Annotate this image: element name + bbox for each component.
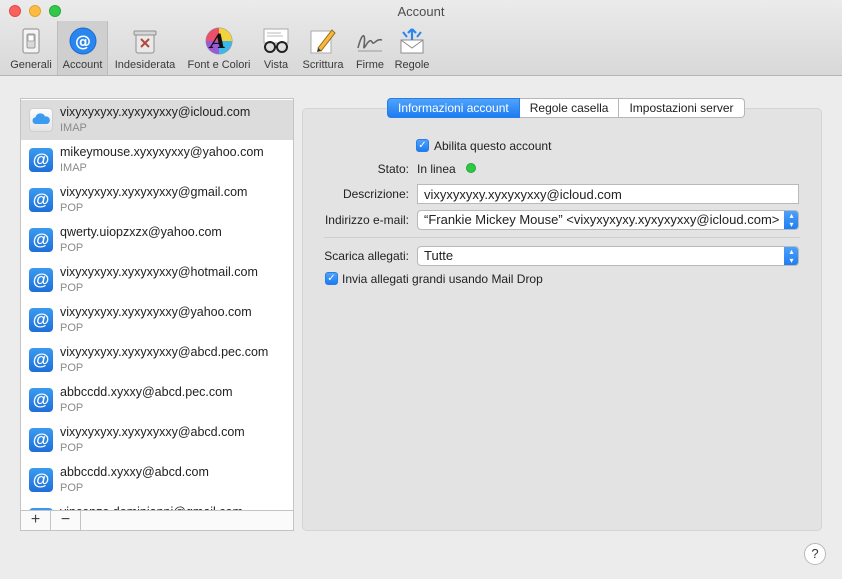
account-email: mikeymouse.xyxyxyxxy@yahoo.com [60,145,264,159]
junk-bin-icon [130,26,160,56]
account-type: POP [60,202,84,214]
enable-account-label: Abilita questo account [434,139,552,153]
account-row[interactable]: @ qwerty.uiopzxzx@yahoo.com POP [21,220,293,260]
svg-text:@: @ [75,32,91,51]
at-sign-icon: @ [29,428,53,452]
account-email: vixyxyxyxy.xyxyxyxxy@abcd.pec.com [60,345,269,359]
at-sign-icon: @ [29,468,53,492]
tab-impostazioni-server[interactable]: Impostazioni server [619,98,745,118]
account-row[interactable]: @ vixyxyxyxy.xyxyxyxxy@abcd.pec.com POP [21,340,293,380]
toolbar-label: Generali [10,59,52,71]
icloud-icon [29,108,53,132]
status-label: Stato: [377,162,409,176]
at-sign-icon: @ [29,148,53,172]
glasses-icon [261,26,291,56]
account-email: vixyxyxyxy.xyxyxyxxy@gmail.com [60,185,248,199]
toolbar-font-colori[interactable]: A Font e Colori [184,21,254,75]
account-list-footer: + − [20,510,294,531]
account-type: POP [60,242,84,254]
at-sign-icon: @ [29,268,53,292]
switch-icon [16,26,46,56]
help-button[interactable]: ? [804,543,826,565]
titlebar: Account Generali @ Account Indesiderata … [0,0,842,76]
account-row[interactable]: @ vixyxyxyxy.xyxyxyxxy@abcd.com POP [21,420,293,460]
account-row[interactable]: @ vixyxyxyxy.xyxyxyxxy@hotmail.com POP [21,260,293,300]
toolbar-regole[interactable]: Regole [391,21,433,75]
toolbar-label: Vista [263,59,289,71]
at-sign-icon: @ [68,26,98,56]
enable-account-checkbox[interactable]: ✓ [416,139,429,152]
section-divider [324,237,800,238]
account-type: IMAP [60,162,87,174]
pencil-icon [308,26,338,56]
account-email: vixyxyxyxy.xyxyxyxxy@icloud.com [60,105,251,119]
account-row[interactable]: @ vixyxyxyxy.xyxyxyxxy@gmail.com POP [21,180,293,220]
at-sign-icon: @ [29,228,53,252]
rules-envelope-icon [397,26,427,56]
account-type: POP [60,442,84,454]
account-row[interactable]: @ mikeymouse.xyxyxyxxy@yahoo.com IMAP [21,140,293,180]
toolbar-label: Account [62,59,103,71]
account-type: IMAP [60,122,87,134]
status-value: In linea [417,162,456,176]
account-row[interactable]: vixyxyxyxy.xyxyxyxxy@icloud.com IMAP [21,100,293,140]
account-type: POP [60,402,84,414]
account-type: POP [60,482,84,494]
account-type: POP [60,362,84,374]
account-type: POP [60,282,84,294]
tab-informazioni-account[interactable]: Informazioni account [387,98,520,118]
description-label: Descrizione: [342,187,409,201]
at-sign-icon: @ [29,348,53,372]
toolbar-scrittura[interactable]: Scrittura [298,21,348,75]
maildrop-label: Invia allegati grandi usando Mail Drop [342,272,543,286]
window-title: Account [397,4,445,19]
toolbar-label: Regole [394,59,430,71]
popup-arrows-icon: ▴ ▾ [784,211,798,229]
download-attachments-value: Tutte [424,248,454,263]
download-attachments-label: Scarica allegati: [324,249,409,263]
description-field[interactable] [417,184,799,204]
email-address-value: “Frankie Mickey Mouse” <vixyxyxyxy.xyxyx… [424,212,780,227]
at-sign-icon: @ [29,308,53,332]
account-list[interactable]: vixyxyxyxy.xyxyxyxxy@icloud.com IMAP @ m… [20,98,294,531]
account-email: vixyxyxyxy.xyxyxyxxy@abcd.com [60,425,245,439]
download-attachments-popup[interactable]: Tutte ▴ ▾ [417,246,799,266]
toolbar-label: Font e Colori [187,59,251,71]
toolbar-label: Scrittura [302,59,344,71]
popup-arrows-icon: ▴ ▾ [784,247,798,265]
toolbar-indesiderata[interactable]: Indesiderata [110,21,180,75]
at-sign-icon: @ [29,188,53,212]
account-row[interactable]: @ abbccdd.xyxxy@abcd.com POP [21,460,293,500]
preferences-window: Account Generali @ Account Indesiderata … [0,0,842,579]
email-address-popup[interactable]: “Frankie Mickey Mouse” <vixyxyxyxy.xyxyx… [417,210,799,230]
account-row[interactable]: @ vixyxyxyxy.xyxyxyxxy@yahoo.com POP [21,300,293,340]
signature-icon [355,26,385,56]
status-online-indicator [466,163,476,173]
font-colors-icon: A [204,26,234,56]
account-email: qwerty.uiopzxzx@yahoo.com [60,225,222,239]
toolbar-firme[interactable]: Firme [350,21,390,75]
account-email: abbccdd.xyxxy@abcd.com [60,465,209,479]
svg-text:A: A [208,29,226,53]
tab-regole-casella[interactable]: Regole casella [519,98,620,118]
account-row[interactable]: @ abbccdd.xyxxy@abcd.pec.com POP [21,380,293,420]
add-account-button[interactable]: + [21,511,51,530]
account-email: vixyxyxyxy.xyxyxyxxy@yahoo.com [60,305,252,319]
toolbar-label: Firme [355,59,385,71]
email-label: Indirizzo e-mail: [324,213,409,227]
maildrop-checkbox[interactable]: ✓ [325,272,338,285]
toolbar-account[interactable]: @ Account [57,21,108,75]
account-email: abbccdd.xyxxy@abcd.pec.com [60,385,233,399]
account-email: vixyxyxyxy.xyxyxyxxy@hotmail.com [60,265,258,279]
at-sign-icon: @ [29,388,53,412]
account-type: POP [60,322,84,334]
toolbar-label: Indesiderata [114,59,176,71]
toolbar-vista[interactable]: Vista [258,21,294,75]
toolbar-generali[interactable]: Generali [6,21,56,75]
remove-account-button[interactable]: − [51,511,81,530]
details-tab-bar: Informazioni account Regole casella Impo… [387,98,745,118]
